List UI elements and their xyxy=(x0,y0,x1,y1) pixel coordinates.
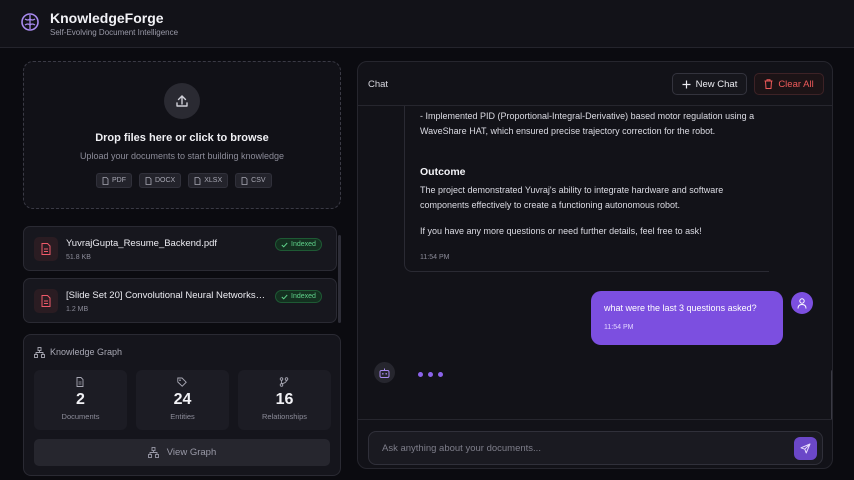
stat-label: Entities xyxy=(170,412,195,421)
plus-icon xyxy=(682,80,691,88)
user-message: what were the last 3 questions asked? 11… xyxy=(591,291,783,345)
chat-title: Chat xyxy=(368,79,389,90)
app-header: KnowledgeForge Self-Evolving Document In… xyxy=(0,0,854,48)
dropzone-title: Drop files here or click to browse xyxy=(95,132,269,144)
chat-input-box xyxy=(368,431,823,465)
graph-icon xyxy=(147,447,159,458)
status-badge: Indexed xyxy=(275,238,322,251)
knowledge-graph-panel: Knowledge Graph 2 Documents 24 Entities … xyxy=(23,334,341,476)
chat-panel: Chat New Chat Clear All - Implemented PI… xyxy=(357,61,833,469)
send-icon xyxy=(800,443,811,454)
typing-dot xyxy=(438,371,443,377)
graph-icon xyxy=(34,347,45,358)
branch-icon xyxy=(279,377,289,387)
message-heading: Outcome xyxy=(420,166,466,178)
typing-dot xyxy=(428,371,433,377)
chat-input[interactable] xyxy=(369,432,789,464)
typing-indicator xyxy=(406,364,456,384)
stat-label: Relationships xyxy=(261,412,308,421)
user-message-text: what were the last 3 questions asked? xyxy=(604,303,757,313)
document-icon xyxy=(76,377,84,387)
knowledge-graph-title: Knowledge Graph xyxy=(50,347,123,357)
clear-all-label: Clear All xyxy=(778,78,814,90)
new-chat-label: New Chat xyxy=(695,78,738,90)
message-timestamp: 11:54 PM xyxy=(420,254,450,261)
stat-label: Documents xyxy=(61,412,100,421)
status-label: Indexed xyxy=(291,241,316,248)
stat-value: 16 xyxy=(275,391,294,408)
message-paragraph: - Implemented PID (Proportional-Integral… xyxy=(420,111,755,136)
document-icon xyxy=(194,176,201,185)
file-type-chip: XLSX xyxy=(188,173,229,188)
assistant-message: - Implemented PID (Proportional-Integral… xyxy=(404,106,769,272)
brain-icon xyxy=(21,13,39,31)
stat-entities: 24 Entities xyxy=(136,370,229,430)
chat-header: Chat New Chat Clear All xyxy=(358,62,832,106)
file-type-label: DOCX xyxy=(155,177,176,184)
message-paragraph: If you have any more questions or need f… xyxy=(420,226,702,236)
user-avatar xyxy=(791,292,813,314)
app-subtitle: Self-Evolving Document Intelligence xyxy=(50,28,179,37)
file-size: 1.2 MB xyxy=(66,306,89,313)
stat-value: 2 xyxy=(76,391,85,408)
status-badge: Indexed xyxy=(275,290,322,303)
view-graph-button[interactable]: View Graph xyxy=(34,439,330,466)
stat-value: 24 xyxy=(173,391,192,408)
message-timestamp: 11:54 PM xyxy=(604,324,634,331)
message-paragraph: The project demonstrated Yuvraj's abilit… xyxy=(420,185,724,210)
file-name: [Slide Set 20] Convolutional Neural Netw… xyxy=(66,290,266,301)
bot-avatar xyxy=(374,362,395,383)
file-type-chip: CSV xyxy=(235,173,272,188)
file-type-label: CSV xyxy=(251,177,266,184)
typing-dot xyxy=(418,371,423,377)
upload-icon xyxy=(164,83,200,119)
stat-relationships: 16 Relationships xyxy=(238,370,331,430)
new-chat-button[interactable]: New Chat xyxy=(672,73,747,95)
send-button[interactable] xyxy=(794,437,817,460)
check-icon xyxy=(281,242,288,248)
check-icon xyxy=(281,294,288,300)
pdf-file-icon xyxy=(34,289,58,313)
chat-input-area xyxy=(358,419,832,468)
chat-scrollbar[interactable] xyxy=(831,370,832,420)
file-type-list: PDF DOCX XLSX CSV xyxy=(96,173,272,188)
bot-icon xyxy=(379,368,390,378)
file-list-scrollbar[interactable] xyxy=(338,235,341,323)
trash-icon xyxy=(764,79,773,89)
file-type-label: PDF xyxy=(112,177,126,184)
file-size: 51.8 KB xyxy=(66,254,91,261)
document-icon xyxy=(102,176,109,185)
stat-documents: 2 Documents xyxy=(34,370,127,430)
dropzone-subtitle: Upload your documents to start building … xyxy=(79,151,285,161)
tag-icon xyxy=(177,377,187,387)
app-title: KnowledgeForge xyxy=(50,10,164,26)
file-type-chip: PDF xyxy=(96,173,132,188)
view-graph-label: View Graph xyxy=(166,447,217,458)
status-label: Indexed xyxy=(291,293,316,300)
document-icon xyxy=(145,176,152,185)
document-icon xyxy=(241,176,248,185)
file-name: YuvrajGupta_Resume_Backend.pdf xyxy=(66,238,218,249)
file-item[interactable]: [Slide Set 20] Convolutional Neural Netw… xyxy=(23,278,337,323)
file-type-label: XLSX xyxy=(204,177,223,184)
file-item[interactable]: YuvrajGupta_Resume_Backend.pdf 51.8 KB I… xyxy=(23,226,337,271)
clear-all-button[interactable]: Clear All xyxy=(754,73,824,95)
upload-dropzone[interactable]: Drop files here or click to browse Uploa… xyxy=(23,61,341,209)
user-icon xyxy=(797,297,807,309)
file-type-chip: DOCX xyxy=(139,173,182,188)
pdf-file-icon xyxy=(34,237,58,261)
